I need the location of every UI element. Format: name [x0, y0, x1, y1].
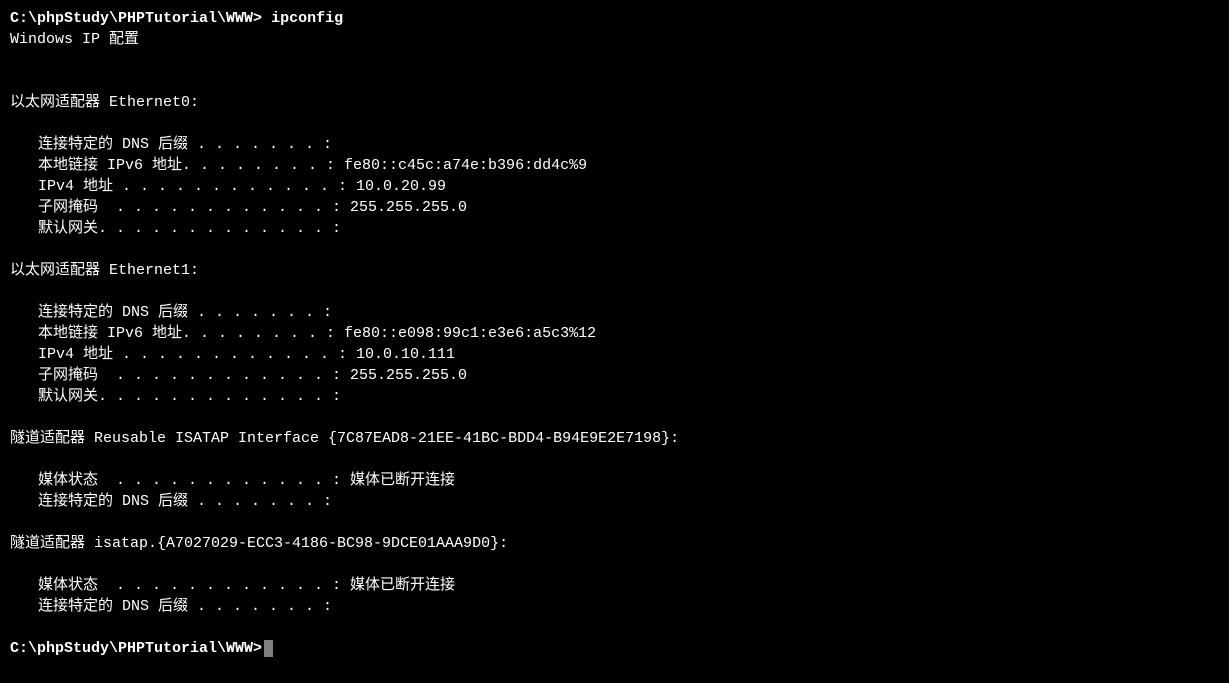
blank-line: [10, 449, 1219, 470]
blank-line: [10, 50, 1219, 71]
command-text: ipconfig: [271, 10, 343, 27]
adapter-property: 本地链接 IPv6 地址. . . . . . . . : fe80::c45c…: [10, 155, 1219, 176]
adapter-property: 连接特定的 DNS 后缀 . . . . . . . :: [10, 596, 1219, 617]
adapter-title: 以太网适配器 Ethernet0:: [10, 92, 1219, 113]
adapter-property: 媒体状态 . . . . . . . . . . . . : 媒体已断开连接: [10, 575, 1219, 596]
terminal-output[interactable]: C:\phpStudy\PHPTutorial\WWW> ipconfig Wi…: [10, 8, 1219, 659]
adapter-property: 子网掩码 . . . . . . . . . . . . : 255.255.2…: [10, 197, 1219, 218]
blank-line: [10, 407, 1219, 428]
adapter-title: 以太网适配器 Ethernet1:: [10, 260, 1219, 281]
adapter-title: 隧道适配器 isatap.{A7027029-ECC3-4186-BC98-9D…: [10, 533, 1219, 554]
adapter-property: 默认网关. . . . . . . . . . . . . :: [10, 218, 1219, 239]
blank-line: [10, 554, 1219, 575]
adapter-property: 连接特定的 DNS 后缀 . . . . . . . :: [10, 134, 1219, 155]
adapter-property: IPv4 地址 . . . . . . . . . . . . : 10.0.2…: [10, 176, 1219, 197]
adapter-property: 默认网关. . . . . . . . . . . . . :: [10, 386, 1219, 407]
adapter-property: 子网掩码 . . . . . . . . . . . . : 255.255.2…: [10, 365, 1219, 386]
adapter-property: 本地链接 IPv6 地址. . . . . . . . : fe80::e098…: [10, 323, 1219, 344]
adapter-title: 隧道适配器 Reusable ISATAP Interface {7C87EAD…: [10, 428, 1219, 449]
command-line: C:\phpStudy\PHPTutorial\WWW> ipconfig: [10, 8, 1219, 29]
adapter-property: IPv4 地址 . . . . . . . . . . . . : 10.0.1…: [10, 344, 1219, 365]
blank-line: [10, 617, 1219, 638]
blank-line: [10, 281, 1219, 302]
blank-line: [10, 239, 1219, 260]
adapter-property: 连接特定的 DNS 后缀 . . . . . . . :: [10, 491, 1219, 512]
blank-line: [10, 113, 1219, 134]
blank-line: [10, 512, 1219, 533]
ip-header: Windows IP 配置: [10, 29, 1219, 50]
prompt: C:\phpStudy\PHPTutorial\WWW>: [10, 10, 262, 27]
prompt: C:\phpStudy\PHPTutorial\WWW>: [10, 638, 262, 659]
adapter-property: 媒体状态 . . . . . . . . . . . . : 媒体已断开连接: [10, 470, 1219, 491]
cursor-block: [264, 640, 273, 657]
blank-line: [10, 71, 1219, 92]
active-prompt-line[interactable]: C:\phpStudy\PHPTutorial\WWW>: [10, 638, 1219, 659]
adapter-property: 连接特定的 DNS 后缀 . . . . . . . :: [10, 302, 1219, 323]
